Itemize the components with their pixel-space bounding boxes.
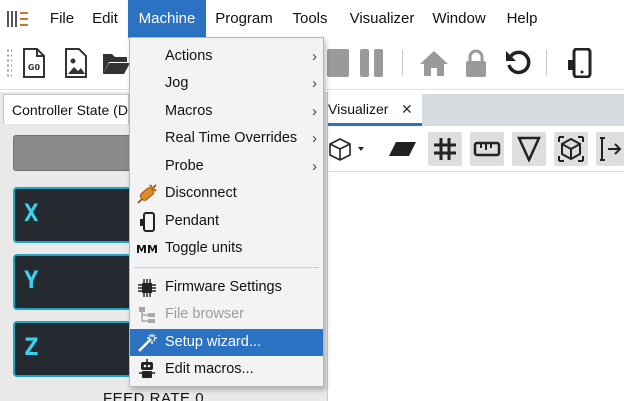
visualizer-tab-label: Visualizer: [328, 101, 389, 117]
unlock-icon[interactable]: [460, 46, 492, 80]
menu-item-file-browser[interactable]: File browser: [130, 301, 323, 328]
tab-controller-state[interactable]: Controller State (D: [3, 94, 129, 124]
ruler-icon[interactable]: [470, 132, 504, 166]
menu-item-label: Actions: [165, 48, 213, 64]
chevron-right-icon: ›: [312, 48, 317, 65]
menu-visualizer[interactable]: Visualizer: [342, 0, 422, 38]
chip-icon: [136, 277, 158, 299]
menu-bar: File Edit Machine Program Tools Visualiz…: [0, 0, 624, 38]
menu-separator: [134, 267, 319, 268]
axis-z-label: Z: [24, 333, 39, 361]
stop-icon[interactable]: [322, 46, 354, 80]
menu-item-label: Macros: [165, 103, 213, 119]
menu-item-label: Firmware Settings: [165, 279, 282, 295]
plug-icon: [136, 183, 158, 205]
menu-item-label: Toggle units: [165, 240, 243, 256]
visualizer-panel: Visualizer ✕: [328, 92, 624, 401]
robot-icon: [136, 359, 158, 381]
menu-item-label: Real Time Overrides: [165, 130, 298, 146]
machine-state-indicator: [13, 135, 133, 171]
menu-item-label: Probe: [165, 158, 204, 174]
menu-item-jog[interactable]: Jog ›: [130, 70, 323, 97]
menu-item-firmware-settings[interactable]: Firmware Settings: [130, 274, 323, 301]
menu-edit[interactable]: Edit: [84, 0, 126, 38]
close-icon[interactable]: ✕: [401, 94, 413, 124]
toolbar-separator: [402, 50, 403, 76]
toolbar-separator: [546, 50, 547, 76]
tab-visualizer[interactable]: Visualizer ✕: [328, 94, 422, 126]
grid-toggle-icon[interactable]: [428, 132, 462, 166]
menu-item-probe[interactable]: Probe ›: [130, 153, 323, 180]
axis-x-readout: X: [13, 187, 133, 243]
move-to-icon[interactable]: [596, 132, 624, 166]
menu-file[interactable]: File: [42, 0, 82, 38]
menu-item-label: Disconnect: [165, 185, 237, 201]
view-cube-dropdown-icon[interactable]: [324, 132, 368, 166]
menu-tools[interactable]: Tools: [285, 0, 335, 38]
menu-item-real-time-overrides[interactable]: Real Time Overrides ›: [130, 125, 323, 152]
chevron-right-icon: ›: [312, 130, 317, 147]
tab-strip: [422, 94, 624, 126]
menu-item-label: File browser: [165, 306, 244, 322]
menu-item-label: Jog: [165, 75, 189, 91]
axis-z-readout: Z: [13, 321, 133, 377]
chevron-right-icon: ›: [312, 103, 317, 120]
open-gcode-icon[interactable]: G0: [18, 46, 50, 80]
reset-icon[interactable]: [502, 46, 534, 80]
menu-item-label: Setup wizard...: [165, 334, 261, 350]
chevron-right-icon: ›: [312, 75, 317, 92]
pendant-icon: [136, 211, 158, 233]
axis-y-label: Y: [24, 266, 39, 294]
menu-item-toggle-units[interactable]: MM Toggle units: [130, 235, 323, 262]
menu-item-label: Edit macros...: [165, 361, 254, 377]
menu-item-pendant[interactable]: Pendant: [130, 208, 323, 235]
menu-item-disconnect[interactable]: Disconnect: [130, 180, 323, 207]
open-image-icon[interactable]: [60, 46, 92, 80]
mm-icon: MM: [136, 242, 158, 256]
file-tree-icon: [136, 304, 158, 326]
home-icon[interactable]: [418, 46, 450, 80]
toolbar-grip[interactable]: [6, 48, 12, 78]
menu-item-macros[interactable]: Macros ›: [130, 98, 323, 125]
menu-item-actions[interactable]: Actions ›: [130, 43, 323, 70]
feed-rate-label: FEED RATE 0: [103, 390, 205, 401]
menu-item-setup-wizard[interactable]: Setup wizard...: [130, 329, 323, 356]
tool-cone-icon[interactable]: [512, 132, 546, 166]
menu-item-edit-macros[interactable]: Edit macros...: [130, 356, 323, 383]
wand-icon: [136, 332, 158, 354]
axis-y-readout: Y: [13, 254, 133, 310]
plane-view-icon[interactable]: [386, 132, 420, 166]
axis-x-label: X: [24, 199, 39, 227]
menu-program[interactable]: Program: [208, 0, 280, 38]
svg-text:G0: G0: [28, 63, 41, 72]
bounding-box-icon[interactable]: [554, 132, 588, 166]
menu-help[interactable]: Help: [500, 0, 544, 38]
pause-icon[interactable]: [356, 46, 388, 80]
pendant-icon[interactable]: [564, 46, 596, 80]
visualizer-canvas[interactable]: [328, 173, 624, 401]
menu-window[interactable]: Window: [426, 0, 492, 38]
chevron-right-icon: ›: [312, 158, 317, 175]
visualizer-toolbar: [328, 128, 624, 172]
menu-item-label: Pendant: [165, 213, 220, 229]
app-logo-icon: [7, 11, 28, 27]
open-folder-icon[interactable]: [100, 46, 132, 80]
menu-machine[interactable]: Machine: [128, 0, 206, 38]
machine-menu-dropdown: Actions › Jog › Macros › Real Time Overr…: [129, 37, 324, 387]
